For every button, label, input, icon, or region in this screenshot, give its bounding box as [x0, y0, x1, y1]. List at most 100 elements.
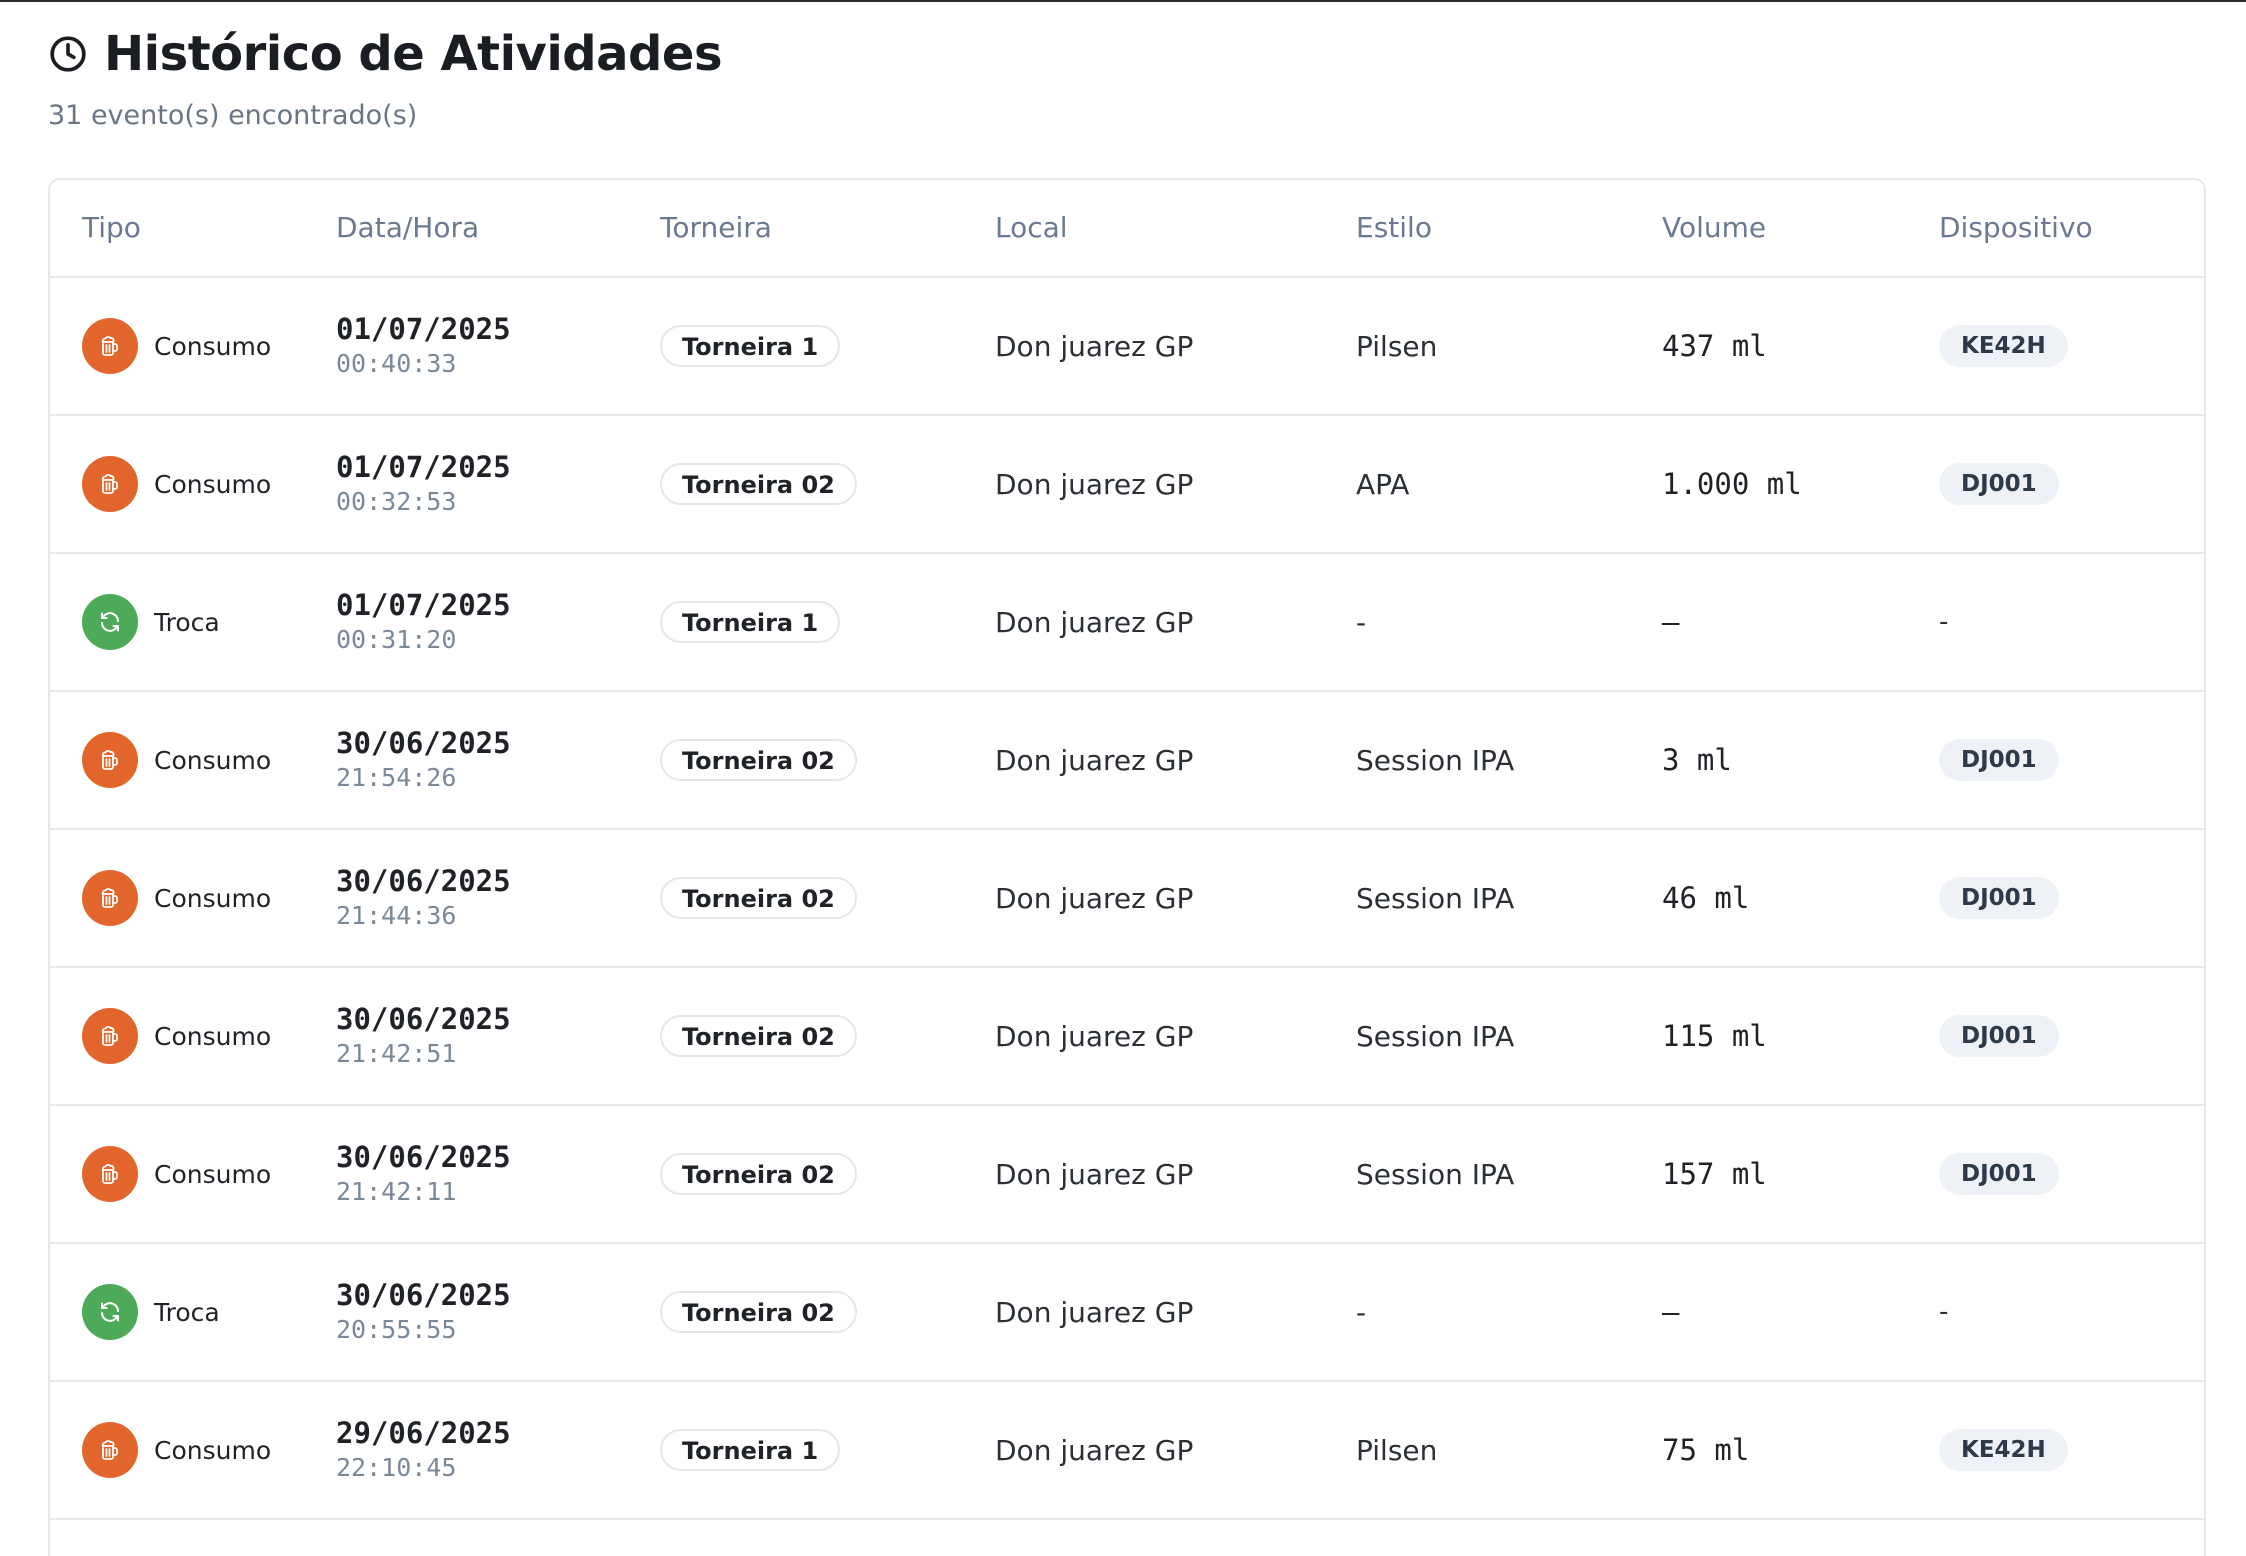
event-date: 30/06/2025	[336, 1002, 511, 1036]
cell-estilo: Pilsen	[1356, 1382, 1437, 1518]
event-time: 21:54:26	[336, 763, 457, 792]
beer-mug-icon	[82, 1008, 138, 1064]
cell-data-hora: 01/07/2025 00:32:53	[336, 416, 511, 552]
cell-volume: 75 ml	[1662, 1382, 1749, 1518]
cell-estilo: -	[1356, 1244, 1366, 1380]
table-row[interactable]: Consumo 30/06/2025 21:42:11 Torneira 02 Don …	[50, 1106, 2204, 1244]
event-time: 00:40:33	[336, 349, 457, 378]
tap-badge: Torneira 02	[660, 1291, 857, 1333]
event-time: 20:55:55	[336, 1315, 457, 1344]
device-badge: DJ001	[1939, 1153, 2059, 1195]
cell-local: Don juarez GP	[995, 278, 1193, 414]
beer-mug-icon	[82, 1146, 138, 1202]
style-text: APA	[1356, 467, 1410, 501]
cell-torneira: Torneira 02	[660, 830, 857, 966]
location-text: Don juarez GP	[995, 467, 1194, 501]
cell-local: Don juarez GP	[995, 1382, 1193, 1518]
cell-dispositivo: DJ001	[1939, 830, 2059, 966]
activity-table: Tipo Data/Hora Torneira Local Estilo Vol…	[48, 178, 2206, 1556]
cell-estilo: APA	[1356, 416, 1409, 552]
cell-estilo: Session IPA	[1356, 830, 1514, 966]
cell-torneira: Torneira 02	[660, 968, 857, 1104]
cell-estilo: Session IPA	[1356, 968, 1514, 1104]
cell-estilo: Session IPA	[1356, 1106, 1514, 1242]
event-date: 29/06/2025	[336, 1416, 511, 1450]
column-header-volume: Volume	[1662, 211, 1767, 244]
cell-dispositivo: DJ001	[1939, 692, 2059, 828]
cell-torneira: Torneira 02	[660, 692, 857, 828]
table-body: Consumo 01/07/2025 00:40:33 Torneira 1 Don j…	[50, 278, 2204, 1520]
event-type-label: Consumo	[154, 745, 272, 775]
cell-tipo: Troca	[82, 554, 220, 690]
cell-torneira: Torneira 02	[660, 416, 857, 552]
table-row[interactable]: Troca 30/06/2025 20:55:55 Torneira 02 Don ju…	[50, 1244, 2204, 1382]
event-type-label: Consumo	[154, 469, 272, 499]
style-text: Pilsen	[1356, 1433, 1438, 1467]
table-row[interactable]: Consumo 29/06/2025 22:10:45 Torneira 1 Don j…	[50, 1382, 2204, 1520]
tap-badge: Torneira 1	[660, 1429, 841, 1471]
column-header-torneira: Torneira	[660, 211, 772, 244]
event-type-label: Troca	[154, 1297, 220, 1327]
table-row[interactable]: Consumo 30/06/2025 21:54:26 Torneira 02 Don …	[50, 692, 2204, 830]
cell-tipo: Consumo	[82, 968, 271, 1104]
column-header-local: Local	[995, 211, 1068, 244]
device-badge: -	[1939, 607, 1949, 637]
tap-badge: Torneira 1	[660, 601, 841, 643]
beer-mug-icon	[82, 870, 138, 926]
device-badge: KE42H	[1939, 1429, 2068, 1471]
cell-volume: –	[1662, 554, 1679, 690]
style-text: -	[1356, 1295, 1367, 1329]
cell-data-hora: 30/06/2025 21:54:26	[336, 692, 511, 828]
style-text: -	[1356, 605, 1367, 639]
location-text: Don juarez GP	[995, 881, 1194, 915]
activity-history-page: Histórico de Atividades 31 evento(s) enc…	[0, 0, 2246, 1556]
event-time: 21:42:11	[336, 1177, 457, 1206]
location-text: Don juarez GP	[995, 1295, 1194, 1329]
cell-volume: 1.000 ml	[1662, 416, 1802, 552]
location-text: Don juarez GP	[995, 605, 1194, 639]
tap-badge: Torneira 02	[660, 1153, 857, 1195]
cell-local: Don juarez GP	[995, 554, 1193, 690]
cell-volume: 46 ml	[1662, 830, 1749, 966]
cell-tipo: Troca	[82, 1244, 220, 1380]
table-row[interactable]: Consumo 30/06/2025 21:44:36 Torneira 02 Don …	[50, 830, 2204, 968]
column-header-tipo: Tipo	[82, 211, 141, 244]
cell-tipo: Consumo	[82, 416, 271, 552]
cell-local: Don juarez GP	[995, 1244, 1193, 1380]
cell-tipo: Consumo	[82, 278, 271, 414]
tap-badge: Torneira 02	[660, 1015, 857, 1057]
event-date: 30/06/2025	[336, 726, 511, 760]
volume-text: 157 ml	[1662, 1157, 1767, 1191]
cell-data-hora: 30/06/2025 21:44:36	[336, 830, 511, 966]
style-text: Session IPA	[1356, 743, 1515, 777]
event-type-label: Consumo	[154, 883, 272, 913]
device-badge: DJ001	[1939, 463, 2059, 505]
volume-text: 437 ml	[1662, 329, 1767, 363]
location-text: Don juarez GP	[995, 1433, 1194, 1467]
page-title: Histórico de Atividades	[104, 26, 723, 82]
event-time: 00:31:20	[336, 625, 457, 654]
event-date: 30/06/2025	[336, 864, 511, 898]
beer-mug-icon	[82, 318, 138, 374]
table-row[interactable]: Consumo 01/07/2025 00:32:53 Torneira 02 Don …	[50, 416, 2204, 554]
cell-estilo: Session IPA	[1356, 692, 1514, 828]
device-badge: DJ001	[1939, 1015, 2059, 1057]
location-text: Don juarez GP	[995, 329, 1194, 363]
column-header-dispositivo: Dispositivo	[1939, 211, 2093, 244]
refresh-icon	[82, 594, 138, 650]
cell-estilo: -	[1356, 554, 1366, 690]
cell-data-hora: 30/06/2025 20:55:55	[336, 1244, 511, 1380]
column-header-estilo: Estilo	[1356, 211, 1432, 244]
cell-torneira: Torneira 1	[660, 554, 841, 690]
cell-data-hora: 30/06/2025 21:42:51	[336, 968, 511, 1104]
table-row[interactable]: Consumo 01/07/2025 00:40:33 Torneira 1 Don j…	[50, 278, 2204, 416]
volume-text: 3 ml	[1662, 743, 1732, 777]
table-row[interactable]: Consumo 30/06/2025 21:42:51 Torneira 02 Don …	[50, 968, 2204, 1106]
event-time: 00:32:53	[336, 487, 457, 516]
tap-badge: Torneira 02	[660, 463, 857, 505]
device-badge: DJ001	[1939, 739, 2059, 781]
cell-data-hora: 01/07/2025 00:40:33	[336, 278, 511, 414]
table-row[interactable]: Troca 01/07/2025 00:31:20 Torneira 1 Don jua…	[50, 554, 2204, 692]
refresh-icon	[82, 1284, 138, 1340]
cell-dispositivo: KE42H	[1939, 278, 2068, 414]
